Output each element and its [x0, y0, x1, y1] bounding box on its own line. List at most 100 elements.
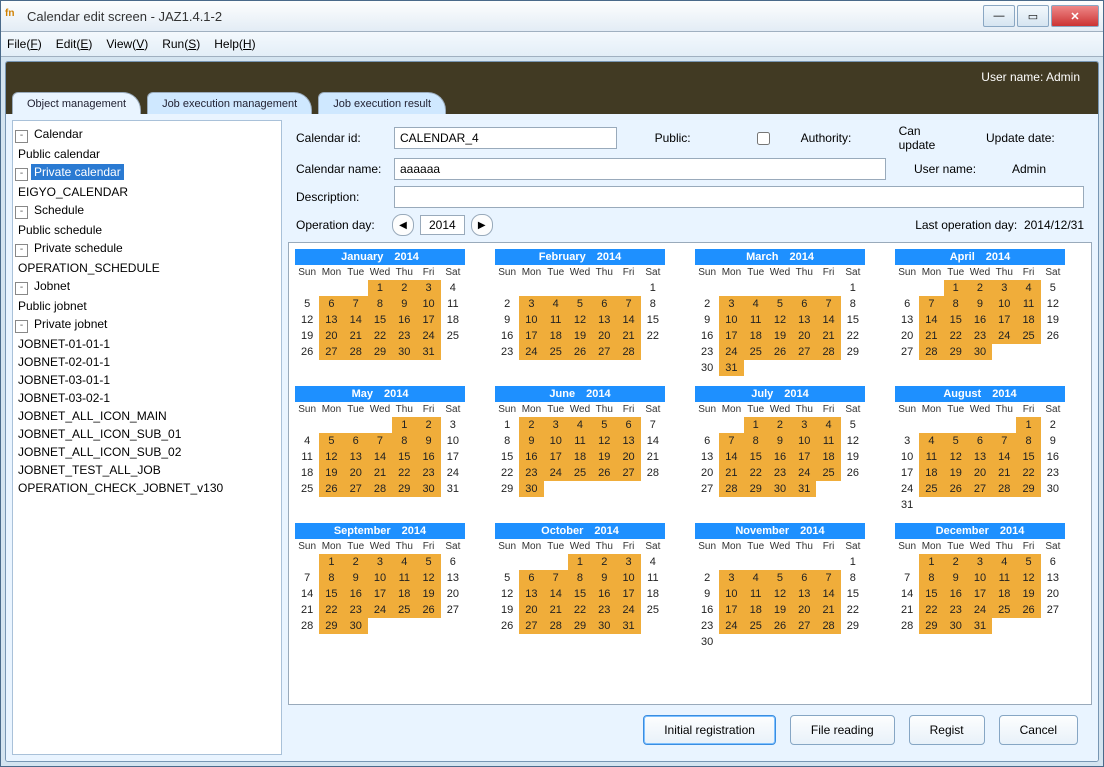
day-cell[interactable]: 9 [519, 433, 543, 449]
day-cell[interactable]: 17 [544, 449, 568, 465]
day-cell[interactable]: 26 [1016, 602, 1040, 618]
day-cell[interactable]: 26 [295, 344, 319, 360]
day-cell[interactable]: 25 [1016, 328, 1040, 344]
day-cell[interactable]: 19 [768, 602, 792, 618]
day-cell[interactable]: 23 [592, 602, 616, 618]
day-cell[interactable]: 6 [344, 433, 368, 449]
day-cell[interactable]: 22 [368, 328, 392, 344]
day-cell[interactable]: 24 [416, 328, 440, 344]
day-cell[interactable]: 1 [495, 417, 519, 433]
day-cell[interactable]: 18 [1016, 312, 1040, 328]
day-cell[interactable]: 20 [441, 586, 465, 602]
day-cell[interactable]: 21 [544, 602, 568, 618]
day-cell[interactable]: 4 [641, 554, 665, 570]
day-cell[interactable]: 27 [319, 344, 343, 360]
day-cell[interactable]: 30 [768, 481, 792, 497]
day-cell[interactable]: 17 [416, 312, 440, 328]
day-cell[interactable]: 3 [895, 433, 919, 449]
day-cell[interactable]: 17 [441, 449, 465, 465]
day-cell[interactable]: 19 [1041, 312, 1065, 328]
day-cell[interactable]: 4 [744, 570, 768, 586]
day-cell[interactable]: 10 [519, 312, 543, 328]
day-cell[interactable]: 23 [519, 465, 543, 481]
day-cell[interactable]: 21 [344, 328, 368, 344]
calendar-id-input[interactable] [394, 127, 617, 149]
day-cell[interactable]: 30 [695, 360, 719, 376]
day-cell[interactable]: 2 [768, 417, 792, 433]
day-cell[interactable]: 13 [895, 312, 919, 328]
tree-schedule[interactable]: Schedule [31, 202, 87, 218]
day-cell[interactable]: 14 [544, 586, 568, 602]
day-cell[interactable]: 26 [944, 481, 968, 497]
day-cell[interactable]: 12 [295, 312, 319, 328]
day-cell[interactable]: 29 [841, 344, 865, 360]
day-cell[interactable]: 31 [968, 618, 992, 634]
tree-item[interactable]: OPERATION_CHECK_JOBNET_v130 [15, 480, 226, 496]
tree-toggle[interactable]: - [15, 168, 28, 181]
day-cell[interactable]: 2 [1041, 417, 1065, 433]
day-cell[interactable]: 17 [792, 449, 816, 465]
day-cell[interactable]: 11 [816, 433, 840, 449]
day-cell[interactable]: 30 [968, 344, 992, 360]
minimize-button[interactable]: — [983, 5, 1015, 27]
day-cell[interactable]: 11 [544, 312, 568, 328]
day-cell[interactable]: 27 [1041, 602, 1065, 618]
day-cell[interactable]: 3 [544, 417, 568, 433]
day-cell[interactable]: 8 [568, 570, 592, 586]
day-cell[interactable]: 15 [744, 449, 768, 465]
day-cell[interactable]: 24 [968, 602, 992, 618]
day-cell[interactable]: 5 [1016, 554, 1040, 570]
day-cell[interactable]: 31 [616, 618, 640, 634]
day-cell[interactable]: 26 [768, 618, 792, 634]
day-cell[interactable]: 9 [592, 570, 616, 586]
day-cell[interactable]: 14 [895, 586, 919, 602]
day-cell[interactable]: 17 [895, 465, 919, 481]
tab-job-exec-mgmt[interactable]: Job execution management [147, 92, 312, 114]
day-cell[interactable]: 10 [992, 296, 1016, 312]
day-cell[interactable]: 14 [992, 449, 1016, 465]
day-cell[interactable]: 2 [944, 554, 968, 570]
day-cell[interactable]: 12 [495, 586, 519, 602]
tree-toggle[interactable]: - [15, 320, 28, 333]
day-cell[interactable]: 10 [719, 586, 743, 602]
day-cell[interactable]: 31 [719, 360, 743, 376]
day-cell[interactable]: 6 [519, 570, 543, 586]
day-cell[interactable]: 4 [744, 296, 768, 312]
day-cell[interactable]: 22 [919, 602, 943, 618]
day-cell[interactable]: 31 [895, 497, 919, 513]
day-cell[interactable]: 5 [768, 296, 792, 312]
day-cell[interactable]: 18 [568, 449, 592, 465]
day-cell[interactable]: 17 [616, 586, 640, 602]
day-cell[interactable]: 14 [919, 312, 943, 328]
tree-item[interactable]: JOBNET_ALL_ICON_MAIN [15, 408, 170, 424]
day-cell[interactable]: 20 [344, 465, 368, 481]
day-cell[interactable]: 13 [616, 433, 640, 449]
day-cell[interactable]: 16 [519, 449, 543, 465]
day-cell[interactable]: 7 [368, 433, 392, 449]
day-cell[interactable]: 2 [695, 570, 719, 586]
day-cell[interactable]: 3 [792, 417, 816, 433]
day-cell[interactable]: 14 [344, 312, 368, 328]
day-cell[interactable]: 16 [1041, 449, 1065, 465]
day-cell[interactable]: 7 [895, 570, 919, 586]
day-cell[interactable]: 19 [768, 328, 792, 344]
day-cell[interactable]: 12 [944, 449, 968, 465]
day-cell[interactable]: 27 [519, 618, 543, 634]
day-cell[interactable]: 31 [792, 481, 816, 497]
day-cell[interactable]: 29 [1016, 481, 1040, 497]
day-cell[interactable]: 30 [592, 618, 616, 634]
day-cell[interactable]: 29 [319, 618, 343, 634]
tree-private-calendar[interactable]: Private calendar [31, 164, 124, 180]
day-cell[interactable]: 3 [719, 296, 743, 312]
day-cell[interactable]: 5 [768, 570, 792, 586]
day-cell[interactable]: 28 [368, 481, 392, 497]
day-cell[interactable]: 6 [895, 296, 919, 312]
day-cell[interactable]: 19 [416, 586, 440, 602]
day-cell[interactable]: 21 [641, 449, 665, 465]
day-cell[interactable]: 11 [744, 586, 768, 602]
day-cell[interactable]: 30 [519, 481, 543, 497]
day-cell[interactable]: 9 [344, 570, 368, 586]
day-cell[interactable]: 1 [841, 280, 865, 296]
day-cell[interactable]: 9 [392, 296, 416, 312]
tree-toggle[interactable]: - [15, 282, 28, 295]
